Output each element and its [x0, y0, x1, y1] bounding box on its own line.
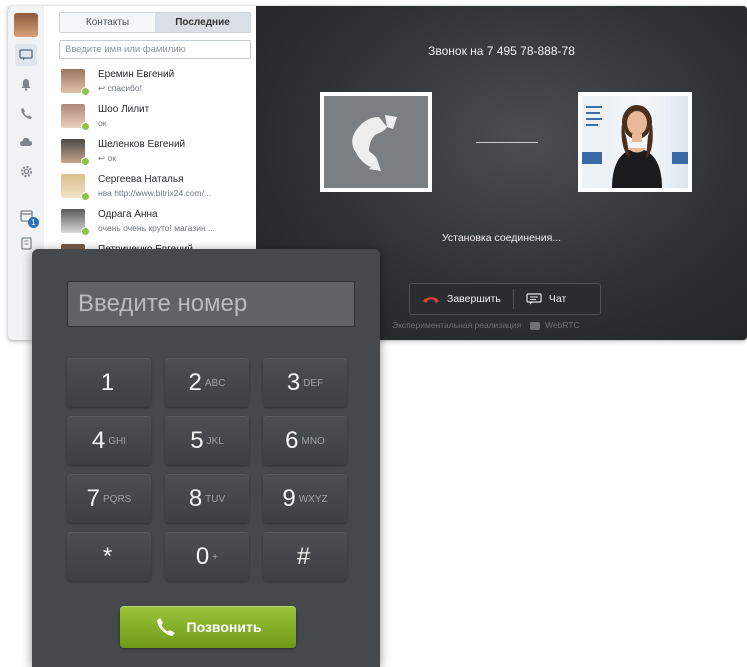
key-letters: PQRS	[103, 494, 132, 506]
chat-bubble-icon	[526, 293, 542, 305]
key-digit: *	[102, 543, 113, 570]
key-digit: 5	[190, 427, 204, 454]
chat-label: Чат	[548, 293, 567, 305]
key-digit: 9	[282, 485, 296, 512]
call-button-label: Позвонить	[186, 619, 262, 635]
contact-last-message: ↩ спасибо!	[98, 83, 143, 93]
contact-last-message: ок	[98, 118, 107, 128]
contact-name: Шоо Лилит	[98, 104, 150, 115]
online-status-dot	[81, 192, 90, 201]
footer-text: Экспериментальная реализация	[392, 320, 522, 330]
callee-video	[582, 96, 688, 188]
key-1[interactable]: 1	[67, 358, 151, 407]
dial-pad: 1 2ABC 3DEF 4GHI 5JKL 6MNO 7PQRS 8TUV 9W…	[32, 249, 380, 667]
online-status-dot	[81, 87, 90, 96]
contact-name: Шеленков Евгений	[98, 139, 186, 150]
call-controls: Завершить Чат	[409, 283, 601, 315]
key-letters: +	[212, 552, 219, 564]
key-letters: ABC	[204, 378, 226, 390]
phone-icon	[156, 618, 175, 636]
key-4[interactable]: 4 GHI	[67, 416, 151, 465]
key-letters: DEF	[303, 378, 324, 390]
key-digit: #	[296, 543, 311, 570]
phone-number-input[interactable]	[67, 281, 355, 327]
online-status-dot	[81, 227, 90, 236]
key-digit: 7	[86, 485, 100, 512]
key-0[interactable]: 0 +	[165, 532, 249, 581]
contact-last-message: очень очень круто! магазин ...	[98, 223, 216, 233]
key-digit: 6	[285, 427, 299, 454]
screenshot-stage: 1 Контакты Последние Еремин Евгений ↩ сп…	[0, 0, 747, 667]
calendar-icon[interactable]: 1	[15, 204, 39, 228]
contact-search-input[interactable]	[59, 40, 251, 59]
contact-name: Сергеева Наталья	[98, 174, 184, 185]
end-call-button[interactable]: Завершить	[410, 284, 513, 314]
bell-icon[interactable]	[15, 73, 37, 95]
webrtc-logo	[529, 321, 540, 330]
online-status-dot	[81, 157, 90, 166]
key-star[interactable]: *	[67, 532, 151, 581]
key-hash[interactable]: #	[263, 532, 347, 581]
callee-frame	[578, 92, 692, 192]
phone-icon[interactable]	[15, 102, 37, 124]
key-letters: TUV	[205, 494, 226, 506]
key-5[interactable]: 5 JKL	[165, 416, 249, 465]
key-digit: 3	[286, 369, 301, 396]
key-9[interactable]: 9 WXYZ	[263, 474, 347, 523]
contact-name: Одрага Анна	[98, 209, 158, 220]
contact-row[interactable]: Сергеева Наталья нва http://www.bitrix24…	[44, 170, 256, 205]
key-letters: WXYZ	[298, 494, 328, 506]
connection-status: Установка соединения...	[441, 232, 562, 244]
key-7[interactable]: 7 PQRS	[67, 474, 151, 523]
online-status-dot	[81, 122, 90, 131]
gear-icon[interactable]	[15, 160, 37, 182]
contact-row[interactable]: Шеленков Евгений ↩ ок	[44, 135, 256, 170]
contact-row[interactable]: Одрага Анна очень очень круто! магазин .…	[44, 205, 256, 240]
contacts-tabs: Контакты Последние	[59, 12, 251, 33]
phone-placeholder	[324, 96, 428, 188]
chat-icon[interactable]	[15, 44, 37, 66]
tab-recent[interactable]: Последние	[155, 13, 250, 32]
key-digit: 0	[195, 543, 210, 570]
key-2[interactable]: 2 ABC	[165, 358, 249, 407]
key-digit: 4	[91, 427, 106, 454]
user-avatar[interactable]	[14, 13, 38, 37]
key-digit: 1	[100, 369, 115, 396]
footer-brand: WebRTC	[545, 320, 580, 330]
phone-handset-icon	[352, 115, 397, 171]
call-title: Звонок на 7 495 78-888-78	[428, 44, 575, 58]
contact-row[interactable]: Шоо Лилит ок	[44, 100, 256, 135]
cloud-icon[interactable]	[15, 130, 37, 152]
caller-frame	[320, 92, 432, 192]
notification-badge: 1	[28, 217, 39, 228]
contact-last-message: ↩ ок	[98, 153, 116, 163]
contact-name: Еремин Евгений	[98, 69, 175, 80]
chat-button[interactable]: Чат	[514, 284, 578, 314]
call-button[interactable]: Позвонить	[120, 606, 296, 648]
key-3[interactable]: 3 DEF	[263, 358, 347, 407]
key-8[interactable]: 8 TUV	[165, 474, 249, 523]
tab-contacts[interactable]: Контакты	[60, 13, 155, 32]
key-digit: 8	[188, 485, 203, 512]
key-digit: 2	[188, 369, 202, 396]
end-call-label: Завершить	[447, 293, 501, 305]
key-letters: GHI	[108, 436, 127, 448]
contact-last-message: нва http://www.bitrix24.com/...	[98, 188, 212, 198]
key-letters: JKL	[206, 436, 224, 448]
key-6[interactable]: 6 MNO	[263, 416, 347, 465]
callee-portrait	[582, 96, 688, 188]
contact-list: Еремин Евгений ↩ спасибо! Шоо Лилит ок Ш…	[44, 65, 256, 275]
webrtc-footer: Экспериментальная реализация WebRTC	[392, 320, 580, 330]
contact-row[interactable]: Еремин Евгений ↩ спасибо!	[44, 65, 256, 100]
connection-line	[476, 142, 538, 143]
end-call-icon	[423, 297, 439, 303]
key-letters: MNO	[301, 436, 325, 448]
